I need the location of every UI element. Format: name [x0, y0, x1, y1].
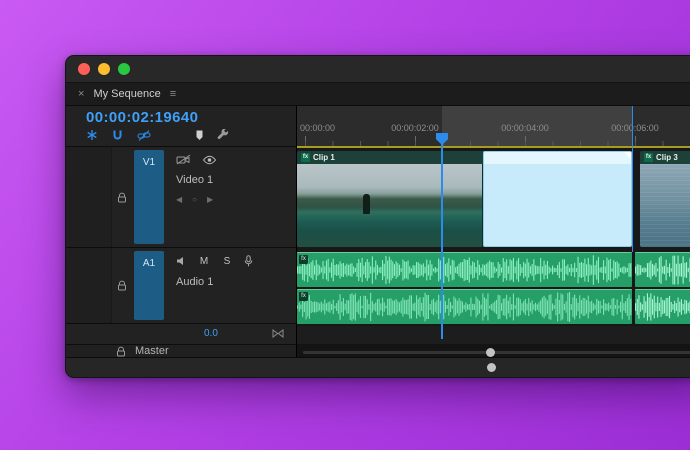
track-header-master: Master: [66, 344, 296, 357]
track-output-eye-icon[interactable]: [202, 155, 217, 165]
panel-close-icon[interactable]: ×: [78, 88, 84, 100]
speaker-icon[interactable]: [176, 256, 187, 266]
clip-out-point-line: [632, 106, 633, 252]
fx-badge-icon[interactable]: fx: [299, 255, 308, 264]
audio-track-a1: fx fx: [297, 250, 690, 327]
track-name-master: Master: [135, 345, 169, 357]
ruler-label: 00:00:02:00: [391, 123, 439, 133]
lock-icon[interactable]: [117, 280, 127, 291]
ruler-label: 00:00:00: [300, 123, 336, 133]
titlebar[interactable]: [66, 56, 690, 83]
scrollbar-zoom-handle[interactable]: [487, 363, 496, 372]
next-keyframe-icon[interactable]: ▶: [207, 195, 213, 204]
fx-badge-icon[interactable]: fx: [301, 153, 310, 162]
track-header-spacer: [66, 147, 112, 248]
ruler-label: 00:00:04:00: [501, 123, 549, 133]
nest-icon[interactable]: [86, 129, 98, 141]
panel-tab-bar: × My Sequence ≡: [66, 83, 690, 106]
audio-channel-left[interactable]: [635, 252, 690, 287]
audio-waveform: [635, 293, 690, 321]
audio-clip-1[interactable]: fx fx: [297, 252, 632, 324]
track-header-v1: V1 Video 1 ◀ ○ ▶: [66, 146, 296, 248]
pan-bowtie-icon[interactable]: [272, 329, 284, 338]
fx-badge-icon[interactable]: fx: [299, 292, 308, 301]
track-header-column: 00:00:02:19640 V1 Video 1 ◀ ○ ▶ A1 M S A…: [66, 106, 297, 357]
audio-waveform: [297, 255, 632, 285]
add-keyframe-icon[interactable]: ○: [192, 195, 197, 204]
audio-waveform: [297, 292, 632, 322]
app-window: × My Sequence ≡ 00:00:02:19640 V1 Video …: [65, 55, 690, 378]
timeline-panel: 00:00:02:19640 V1 Video 1 ◀ ○ ▶ A1 M S A…: [66, 106, 690, 357]
audio-channel-left[interactable]: fx: [297, 252, 632, 287]
track-header-a1: A1 M S Audio 1: [66, 247, 296, 323]
clip-thumbnail-water: [640, 164, 690, 247]
track-target-a1[interactable]: A1: [134, 251, 164, 320]
timeline-horizontal-scrollbar[interactable]: [297, 344, 690, 357]
track-name-audio1: Audio 1: [176, 276, 214, 289]
track-header-spacer: [66, 248, 112, 323]
sync-lock-camera-icon[interactable]: [176, 154, 191, 165]
panel-menu-icon[interactable]: ≡: [170, 88, 176, 100]
clip-name: Clip 1: [313, 153, 335, 162]
track-target-v1[interactable]: V1: [134, 150, 164, 245]
audio-channel-right[interactable]: [635, 289, 690, 324]
sequence-toolbar: 00:00:02:19640: [66, 106, 296, 146]
mute-button[interactable]: M: [198, 256, 210, 267]
close-window-button[interactable]: [78, 63, 90, 75]
playhead-timecode[interactable]: 00:00:02:19640: [86, 109, 296, 126]
playhead-line[interactable]: [441, 136, 443, 339]
track-name-video1: Video 1: [176, 174, 214, 186]
timeline-tracks-area: 00:00:00 00:00:02:00 00:00:04:00 00:00:0…: [297, 106, 690, 357]
mic-icon[interactable]: [244, 255, 253, 267]
video-clip-selected[interactable]: [483, 151, 632, 247]
audio-mixer-row: 0.0: [66, 323, 296, 344]
window-bottom-bar: [66, 357, 690, 377]
solo-button[interactable]: S: [221, 256, 233, 267]
audio-waveform: [635, 255, 690, 285]
snap-magnet-icon[interactable]: [111, 129, 124, 141]
linked-selection-icon[interactable]: [137, 129, 151, 141]
empty-track-row: [297, 326, 690, 345]
clip-name: Clip 3: [656, 153, 678, 162]
fx-badge-icon[interactable]: fx: [644, 153, 653, 162]
clip-thumbnail-mountain: [297, 164, 482, 247]
zoom-window-button[interactable]: [118, 63, 130, 75]
add-marker-icon[interactable]: [195, 129, 204, 141]
lock-icon[interactable]: [116, 346, 126, 357]
scrollbar-zoom-handle[interactable]: [486, 348, 495, 357]
audio-channel-right[interactable]: fx: [297, 289, 632, 324]
ruler-label: 00:00:06:00: [611, 123, 659, 133]
prev-keyframe-icon[interactable]: ◀: [176, 195, 182, 204]
tab-sequence[interactable]: My Sequence: [93, 88, 160, 100]
audio-clip-3[interactable]: [635, 252, 690, 324]
lock-icon[interactable]: [117, 192, 127, 203]
person-silhouette: [363, 194, 370, 214]
video-clip-3[interactable]: fx Clip 3: [640, 151, 690, 247]
audio-level-value[interactable]: 0.0: [204, 328, 218, 339]
minimize-window-button[interactable]: [98, 63, 110, 75]
timeline-settings-wrench-icon[interactable]: [217, 129, 229, 141]
